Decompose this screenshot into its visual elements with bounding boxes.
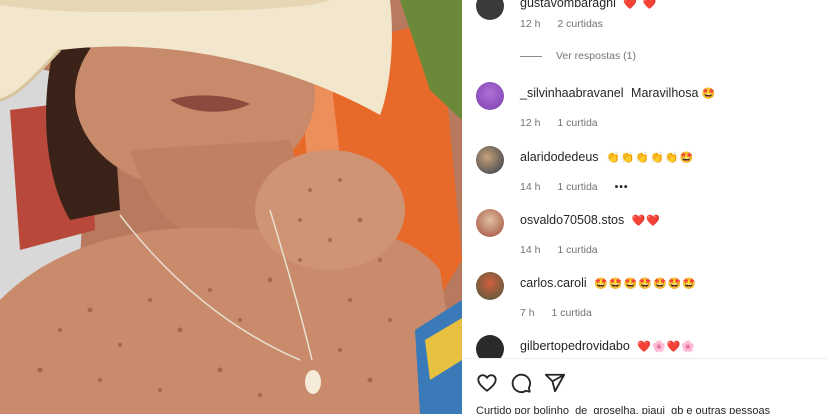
comment-username[interactable]: gilbertopedrovidabo <box>520 339 630 353</box>
avatar[interactable] <box>476 0 504 20</box>
comments-panel: gustavombaragni ❤️ ❤️ 12 h 2 curtidas Ve… <box>462 0 828 414</box>
comment-item: gilbertopedrovidabo ❤️🌸❤️🌸 <box>476 333 821 358</box>
share-icon[interactable] <box>544 372 566 394</box>
comment-item: alaridodedeus 👏👏👏👏👏🤩 14 h 1 curtida ••• <box>476 144 821 204</box>
comment-item: _silvinhaabravanel Maravilhosa 🤩 12 h 1 … <box>476 80 821 140</box>
comment-time: 12 h <box>520 117 541 129</box>
comment-item: osvaldo70508.stos ❤️❤️ 14 h 1 curtida <box>476 207 821 267</box>
comment-item: carlos.caroli 🤩🤩🤩🤩🤩🤩🤩 7 h 1 curtida <box>476 270 821 330</box>
avatar[interactable] <box>476 82 504 110</box>
comment-time: 7 h <box>520 307 535 319</box>
post-photo[interactable] <box>0 0 462 414</box>
comment-emoji: 👏👏👏👏👏🤩 <box>606 151 695 164</box>
comment-likes[interactable]: 1 curtida <box>552 307 592 319</box>
comment-emoji: ❤️ ❤️ <box>623 0 658 10</box>
avatar[interactable] <box>476 272 504 300</box>
comment-time: 12 h <box>520 18 541 30</box>
view-replies-button[interactable]: Ver respostas (1) <box>520 50 636 62</box>
divider <box>462 358 828 359</box>
comment-username[interactable]: alaridodedeus <box>520 150 599 164</box>
comment-time: 14 h <box>520 181 541 193</box>
likes-summary[interactable]: Curtido por bolinho_de_groselha, piaui_g… <box>476 405 770 414</box>
comment-item: gustavombaragni ❤️ ❤️ 12 h 2 curtidas <box>476 0 821 50</box>
comment-likes[interactable]: 1 curtida <box>557 117 597 129</box>
comment-text: Maravilhosa <box>631 86 699 100</box>
comment-username[interactable]: osvaldo70508.stos <box>520 213 624 227</box>
avatar[interactable] <box>476 209 504 237</box>
view-replies-label[interactable]: Ver respostas (1) <box>556 50 636 62</box>
comment-likes[interactable]: 1 curtida <box>557 244 597 256</box>
replies-line <box>520 55 542 57</box>
comment-icon[interactable] <box>510 372 532 394</box>
comment-emoji: ❤️🌸❤️🌸 <box>637 340 697 353</box>
comment-username[interactable]: gustavombaragni <box>520 0 616 10</box>
comment-username[interactable]: _silvinhaabravanel <box>520 86 624 100</box>
comment-emoji: ❤️❤️ <box>631 214 662 227</box>
avatar[interactable] <box>476 146 504 174</box>
comment-emoji: 🤩🤩🤩🤩🤩🤩🤩 <box>594 277 698 290</box>
heart-icon[interactable] <box>476 372 498 394</box>
comment-username[interactable]: carlos.caroli <box>520 276 587 290</box>
post-photo-image <box>0 0 462 414</box>
action-bar <box>476 372 566 394</box>
more-options-icon[interactable]: ••• <box>615 181 629 193</box>
avatar[interactable] <box>476 335 504 358</box>
comment-emoji: 🤩 <box>701 87 717 100</box>
comment-time: 14 h <box>520 244 541 256</box>
comment-likes[interactable]: 2 curtidas <box>557 18 603 30</box>
comment-likes[interactable]: 1 curtida <box>557 181 597 193</box>
